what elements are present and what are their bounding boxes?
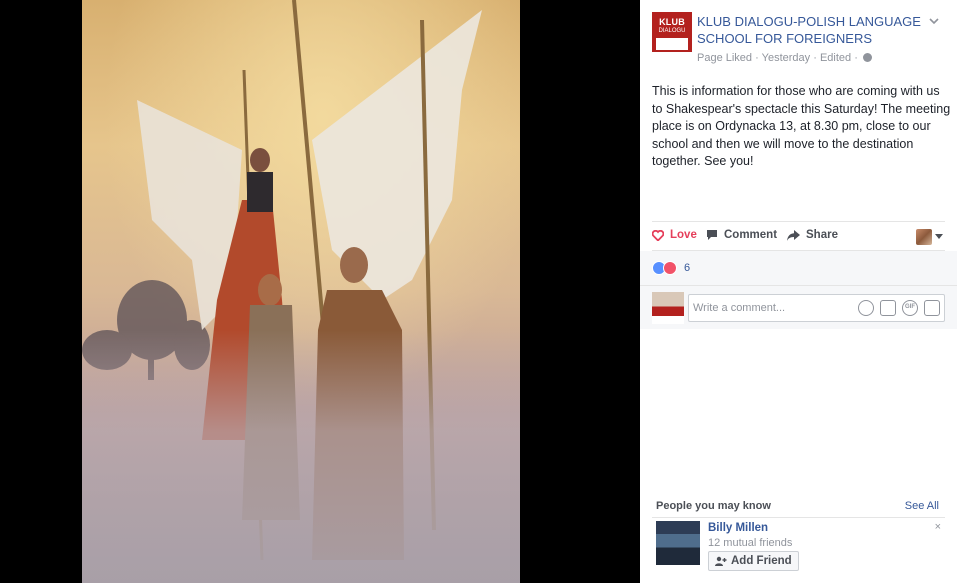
comment-composer: Write a comment... GIF bbox=[640, 285, 957, 329]
love-button[interactable]: Love bbox=[652, 229, 697, 241]
page-logo[interactable]: KLUB DIALOGU bbox=[652, 12, 692, 52]
logo-line1: KLUB bbox=[659, 17, 685, 27]
actor-avatar bbox=[916, 229, 932, 245]
meta-separator: · bbox=[752, 52, 762, 64]
divider bbox=[652, 517, 945, 518]
comment-placeholder: Write a comment... bbox=[693, 302, 786, 314]
sticker-icon[interactable] bbox=[924, 300, 940, 316]
post-actions: Love Comment Share bbox=[652, 221, 945, 251]
share-button[interactable]: Share bbox=[787, 229, 838, 241]
add-friend-label: Add Friend bbox=[731, 555, 792, 567]
share-icon bbox=[787, 229, 800, 241]
share-label: Share bbox=[806, 229, 838, 241]
post-panel: KLUB DIALOGU KLUB DIALOGU-POLISH LANGUAG… bbox=[640, 0, 957, 583]
edited-label[interactable]: Edited bbox=[820, 52, 851, 64]
photo-viewer bbox=[0, 0, 640, 583]
post-header: KLUB DIALOGU KLUB DIALOGU-POLISH LANGUAG… bbox=[652, 12, 952, 72]
page-liked-label[interactable]: Page Liked bbox=[697, 52, 752, 64]
gif-icon[interactable]: GIF bbox=[902, 300, 918, 316]
person-name[interactable]: Billy Millen bbox=[708, 522, 768, 534]
post-text: This is information for those who are co… bbox=[652, 84, 951, 168]
globe-icon[interactable] bbox=[862, 53, 872, 62]
chevron-down-icon[interactable] bbox=[928, 15, 940, 27]
photo-scene bbox=[82, 0, 520, 583]
post-meta: Page Liked · Yesterday · Edited · bbox=[697, 52, 872, 64]
love-label: Love bbox=[670, 229, 697, 241]
see-all-link[interactable]: See All bbox=[905, 500, 939, 512]
meta-separator: · bbox=[851, 52, 861, 64]
actor-selector[interactable] bbox=[916, 229, 943, 245]
comment-tools: GIF bbox=[858, 300, 940, 316]
people-you-may-know: People you may know See All Billy Millen… bbox=[652, 497, 945, 583]
comment-input[interactable]: Write a comment... GIF bbox=[688, 294, 945, 322]
reactions-summary[interactable]: 6 bbox=[640, 251, 957, 285]
reaction-icons bbox=[652, 261, 677, 275]
pymk-title: People you may know bbox=[656, 500, 771, 512]
close-icon[interactable]: × bbox=[935, 521, 941, 533]
caret-down-icon bbox=[935, 234, 943, 239]
comment-icon bbox=[707, 230, 717, 240]
comment-button[interactable]: Comment bbox=[706, 229, 777, 241]
meta-separator: · bbox=[810, 52, 820, 64]
post-timestamp[interactable]: Yesterday bbox=[762, 52, 811, 64]
person-avatar[interactable] bbox=[656, 521, 700, 565]
add-friend-icon bbox=[715, 556, 727, 566]
emoji-icon[interactable] bbox=[858, 300, 874, 316]
post-photo[interactable] bbox=[82, 0, 520, 583]
page-name-link[interactable]: KLUB DIALOGU-POLISH LANGUAGE SCHOOL FOR … bbox=[697, 13, 937, 47]
love-reaction-icon bbox=[663, 261, 677, 275]
commenter-avatar bbox=[652, 292, 684, 324]
logo-line2: DIALOGU bbox=[658, 28, 686, 34]
heart-icon bbox=[652, 229, 664, 241]
mutual-friends[interactable]: 12 mutual friends bbox=[708, 537, 792, 549]
camera-icon[interactable] bbox=[880, 300, 896, 316]
reaction-count[interactable]: 6 bbox=[684, 262, 690, 274]
logo-graphic bbox=[656, 38, 688, 50]
add-friend-button[interactable]: Add Friend bbox=[708, 551, 799, 571]
comment-label: Comment bbox=[724, 229, 778, 241]
